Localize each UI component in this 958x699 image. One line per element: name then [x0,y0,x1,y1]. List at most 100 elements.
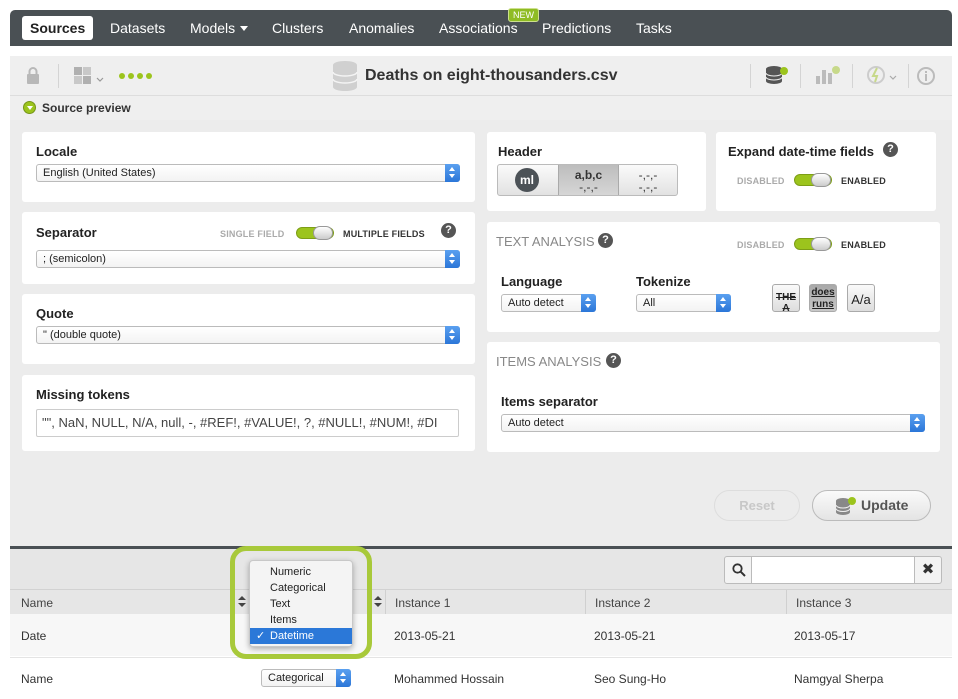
more-dots-icon[interactable] [118,72,158,80]
select-arrows-icon [581,294,596,312]
field-type-dropdown: Numeric Categorical Text Items ✓ Datetim… [249,560,353,647]
type-option-datetime[interactable]: ✓ Datetime [250,628,352,644]
column-divider [585,590,586,615]
stopwords-button[interactable]: THE A [772,284,800,314]
checkmark-icon: ✓ [256,630,266,642]
nav-models[interactable]: Models [182,16,256,40]
column-header-instance-1: Instance 1 [395,596,451,610]
instance-2-value: 2013-05-21 [594,629,656,643]
type-option-categorical[interactable]: Categorical [250,580,352,596]
caret-down-icon [240,25,249,31]
sort-type-icon[interactable] [374,596,382,608]
ml-logo-icon: ml [515,168,539,192]
text-disabled-label: DISABLED [737,240,785,250]
separator-panel: Separator SINGLE FIELD MULTIPLE FIELDS ?… [22,212,475,284]
items-separator-value: Auto detect [508,417,564,429]
clear-search-button[interactable]: ✖ [914,556,942,584]
locale-select[interactable]: English (United States) [36,164,460,182]
type-option-items[interactable]: Items [250,612,352,628]
source-preview-toggle[interactable]: Source preview [10,96,952,120]
language-value: Auto detect [508,297,564,309]
quote-select[interactable]: " (double quote) [36,326,460,344]
language-select[interactable]: Auto detect [501,294,596,312]
type-option-numeric[interactable]: Numeric [250,564,352,580]
update-label: Update [861,497,909,513]
separator-help-icon[interactable]: ? [441,223,456,238]
text-analysis-title: TEXT ANALYSIS [496,234,595,249]
items-analysis-help-icon[interactable]: ? [606,353,621,368]
select-arrows-icon [445,250,460,268]
field-type-value: Categorical [268,672,324,684]
table-header: Name Instance 1 Instance 2 Instance 3 [10,589,952,615]
instance-2-value: Seo Sung-Ho [594,672,667,686]
header-has-header-button[interactable]: a,b,c -,-,- [558,165,619,195]
tokenize-label: Tokenize [636,274,691,289]
nav-predictions[interactable]: Predictions [534,16,619,40]
source-database-icon [332,61,358,91]
type-option-text[interactable]: Text [250,596,352,612]
case-sensitive-label: A/a [851,292,871,307]
toggle-knob [313,226,333,240]
header-auto-button[interactable]: ml [498,165,558,195]
text-analysis-toggle[interactable] [794,237,832,251]
quote-value: " (double quote) [43,329,121,341]
search-input[interactable] [751,556,915,584]
select-arrows-icon [445,326,460,344]
field-name: Name [21,672,54,686]
toolbar-divider [750,64,751,88]
column-header-instance-2: Instance 2 [595,596,651,610]
text-enabled-label: ENABLED [841,240,886,250]
column-header-instance-3: Instance 3 [796,596,852,610]
locale-panel: Locale English (United States) [22,132,475,202]
toggle-knob [811,173,831,187]
separator-mode-toggle[interactable] [296,226,334,240]
search-icon [732,563,746,577]
multiple-fields-label: MULTIPLE FIELDS [343,229,425,239]
tokenize-select[interactable]: All [636,294,731,312]
items-analysis-title: ITEMS ANALYSIS [496,354,602,369]
instance-3-value: 2013-05-17 [794,629,856,643]
expand-datetime-help-icon[interactable]: ? [883,142,898,157]
header-no-header-button[interactable]: -,-,- -,-,- [619,165,677,195]
table-row: Date 2013-05-21 2013-05-21 2013-05-17 [10,614,952,656]
update-database-icon [835,497,856,515]
one-click-icon[interactable] [866,64,898,86]
update-button[interactable]: Update [812,490,931,521]
search-button[interactable] [724,556,752,584]
chart-icon[interactable] [814,64,842,86]
items-separator-select[interactable]: Auto detect [501,414,925,432]
nav-sources[interactable]: Sources [22,16,94,40]
nav-clusters[interactable]: Clusters [264,16,331,40]
separator-value: ; (semicolon) [43,253,106,265]
toolbar-divider [908,64,909,88]
column-divider [786,590,787,615]
instance-1-value: Mohammed Hossain [394,672,505,686]
configure-source-icon[interactable] [72,65,104,87]
text-analysis-help-icon[interactable]: ? [598,233,613,248]
source-preview-label: Source preview [42,101,131,115]
text-analysis-panel: TEXT ANALYSIS ? DISABLED ENABLED Languag… [487,222,940,332]
separator-select[interactable]: ; (semicolon) [36,250,460,268]
field-type-select[interactable]: Categorical [261,669,351,687]
stemming-button[interactable]: does runs [809,284,837,312]
datetime-enabled-label: ENABLED [841,176,886,186]
nav-datasets[interactable]: Datasets [102,16,173,40]
case-sensitive-button[interactable]: A/a [847,284,875,312]
select-arrows-icon [445,164,460,182]
expand-datetime-toggle[interactable] [794,173,832,187]
stopwords-label: THE A [776,292,796,314]
lock-icon[interactable] [26,67,40,85]
missing-tokens-input[interactable]: "", NaN, NULL, N/A, null, -, #REF!, #VAL… [36,409,459,437]
reset-button[interactable]: Reset [714,490,800,521]
select-arrows-icon [336,669,351,687]
column-header-name[interactable]: Name [21,596,53,610]
instance-3-value: Namgyal Sherpa [794,672,884,686]
nav-anomalies[interactable]: Anomalies [341,16,422,40]
info-icon[interactable] [916,66,936,86]
select-arrows-icon [716,294,731,312]
expand-datetime-title: Expand date-time fields [728,144,874,159]
single-field-label: SINGLE FIELD [220,229,285,239]
dataset-config-icon[interactable] [764,64,790,86]
items-analysis-panel: ITEMS ANALYSIS ? Items separator Auto de… [487,342,940,452]
nav-tasks[interactable]: Tasks [628,16,680,40]
